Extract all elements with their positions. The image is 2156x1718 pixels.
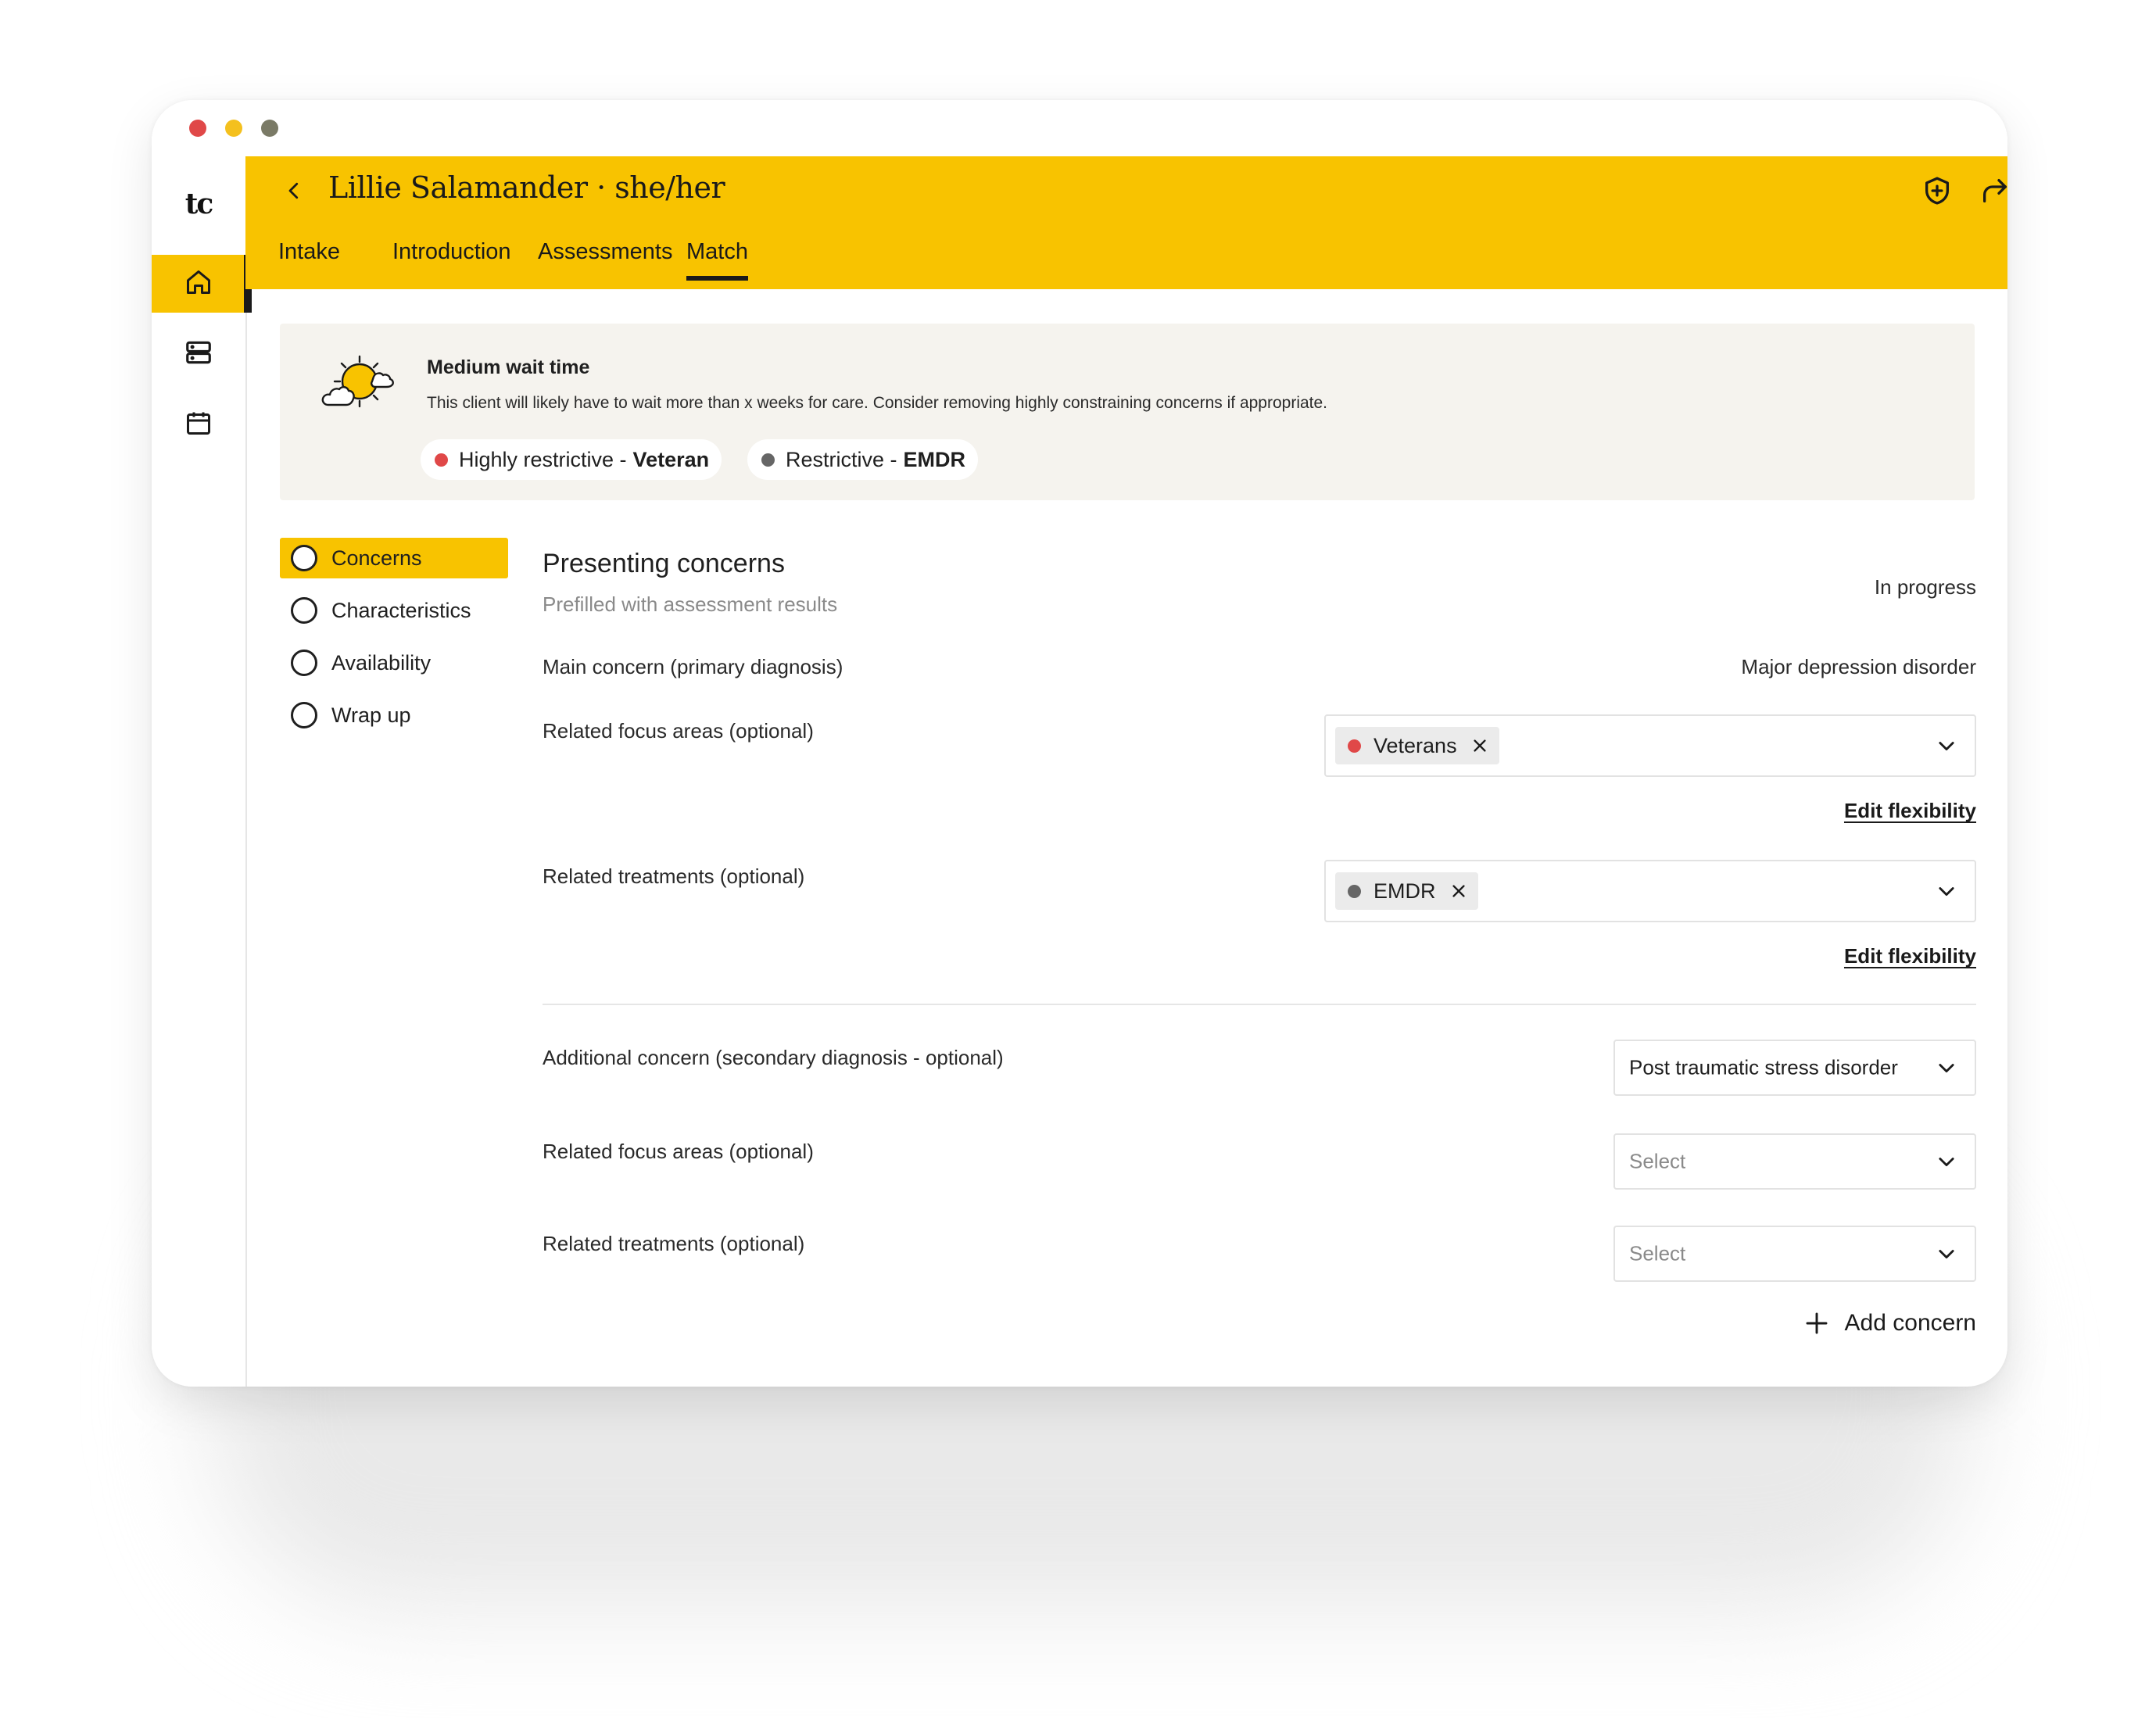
- focus-areas-2-select[interactable]: Select: [1613, 1133, 1976, 1190]
- add-concern-label: Add concern: [1844, 1310, 1976, 1336]
- chevron-down-icon: [1936, 735, 1957, 757]
- chevron-down-icon: [1936, 880, 1957, 902]
- sidebar-item-records[interactable]: [152, 325, 245, 383]
- sidebar-item-home[interactable]: [152, 255, 252, 313]
- additional-concern-label: Additional concern (secondary diagnosis …: [543, 1046, 1004, 1069]
- step-label: Availability: [331, 650, 432, 675]
- step-availability[interactable]: Availability: [280, 642, 508, 683]
- client-header: Lillie Salamander · she/her Intake Intro…: [245, 156, 2007, 289]
- radio-icon: [291, 650, 317, 676]
- restriction-pill: Highly restrictive - Veteran: [421, 439, 722, 480]
- status-badge: In progress: [1874, 575, 1976, 599]
- treatments-2-label: Related treatments (optional): [543, 1232, 805, 1255]
- chevron-down-icon: [1936, 1243, 1957, 1265]
- select-placeholder: Select: [1629, 1241, 1686, 1265]
- radio-icon: [291, 545, 317, 571]
- focus-areas-2-label: Related focus areas (optional): [543, 1140, 814, 1163]
- sun-cloud-icon: [321, 353, 402, 420]
- share-button[interactable]: [1976, 174, 2007, 211]
- minimize-window-button[interactable]: [225, 120, 242, 137]
- sidebar: tc: [152, 156, 252, 1387]
- radio-icon: [291, 702, 317, 728]
- home-icon: [184, 268, 213, 300]
- wait-time-banner: Medium wait time This client will likely…: [280, 324, 1975, 500]
- close-icon[interactable]: [1471, 737, 1488, 754]
- step-label: Wrap up: [331, 703, 411, 727]
- divider: [543, 1004, 1976, 1005]
- edit-flexibility-link[interactable]: Edit flexibility: [1844, 799, 1976, 823]
- focus-areas-label: Related focus areas (optional): [543, 719, 814, 743]
- additional-concern-select[interactable]: Post traumatic stress disorder: [1613, 1040, 1976, 1096]
- focus-areas-select[interactable]: Veterans: [1324, 714, 1976, 777]
- banner-title: Medium wait time: [427, 356, 590, 378]
- chevron-down-icon: [1936, 1151, 1957, 1172]
- calendar-icon: [184, 409, 213, 441]
- treatments-2-select[interactable]: Select: [1613, 1226, 1976, 1282]
- share-icon: [1979, 175, 2007, 210]
- close-window-button[interactable]: [189, 120, 206, 137]
- chip-label: EMDR: [1373, 879, 1436, 903]
- server-icon: [184, 338, 213, 371]
- logo: tc: [184, 188, 214, 220]
- treatments-label: Related treatments (optional): [543, 864, 805, 888]
- app-window: tc Lillie Salamander · she/her Intake In…: [152, 100, 2007, 1387]
- red-dot-icon: [435, 453, 448, 467]
- step-concerns[interactable]: Concerns: [280, 538, 508, 578]
- banner-text: This client will likely have to wait mor…: [427, 394, 1328, 412]
- treatment-chip: EMDR: [1335, 872, 1478, 910]
- step-wrap-up[interactable]: Wrap up: [280, 695, 508, 736]
- concerns-form: Presenting concerns Prefilled with asses…: [543, 538, 1981, 1366]
- edit-flexibility-link[interactable]: Edit flexibility: [1844, 944, 1976, 968]
- main-concern-value: Major depression disorder: [1741, 655, 1976, 678]
- pill-value: EMDR: [903, 447, 966, 471]
- sidebar-item-calendar[interactable]: [152, 395, 245, 453]
- pill-prefix: Highly restrictive -: [459, 447, 627, 471]
- step-label: Characteristics: [331, 598, 471, 622]
- tab-match[interactable]: Match: [686, 239, 748, 281]
- chevron-down-icon: [1936, 1057, 1957, 1079]
- client-name: Lillie Salamander · she/her: [328, 170, 725, 205]
- grey-dot-icon: [761, 453, 775, 467]
- back-button[interactable]: [278, 177, 310, 208]
- step-characteristics[interactable]: Characteristics: [280, 590, 508, 631]
- section-title: Presenting concerns: [543, 549, 785, 578]
- red-dot-icon: [1348, 739, 1361, 753]
- step-label: Concerns: [331, 546, 422, 570]
- radio-icon: [291, 597, 317, 624]
- pill-value: Veteran: [632, 447, 710, 471]
- plus-icon: [1804, 1311, 1829, 1336]
- grey-dot-icon: [1348, 884, 1361, 898]
- chevron-left-icon: [282, 179, 306, 206]
- section-subtitle: Prefilled with assessment results: [543, 592, 838, 616]
- window-titlebar: [152, 100, 2007, 158]
- tab-introduction[interactable]: Introduction: [392, 239, 511, 265]
- shield-plus-icon: [1921, 175, 1953, 210]
- treatments-select[interactable]: EMDR: [1324, 860, 1976, 922]
- tab-intake[interactable]: Intake: [278, 239, 340, 265]
- close-icon[interactable]: [1450, 882, 1467, 900]
- add-concern-button[interactable]: Add concern: [1804, 1310, 1976, 1337]
- shield-button[interactable]: [1918, 174, 1956, 211]
- chip-label: Veterans: [1373, 733, 1457, 757]
- tab-assessments[interactable]: Assessments: [538, 239, 672, 265]
- maximize-window-button[interactable]: [261, 120, 278, 137]
- pill-prefix: Restrictive -: [786, 447, 897, 471]
- main-concern-label: Main concern (primary diagnosis): [543, 655, 843, 678]
- select-placeholder: Select: [1629, 1149, 1686, 1173]
- focus-chip: Veterans: [1335, 727, 1499, 764]
- select-value: Post traumatic stress disorder: [1629, 1055, 1898, 1079]
- restriction-pill: Restrictive - EMDR: [747, 439, 979, 480]
